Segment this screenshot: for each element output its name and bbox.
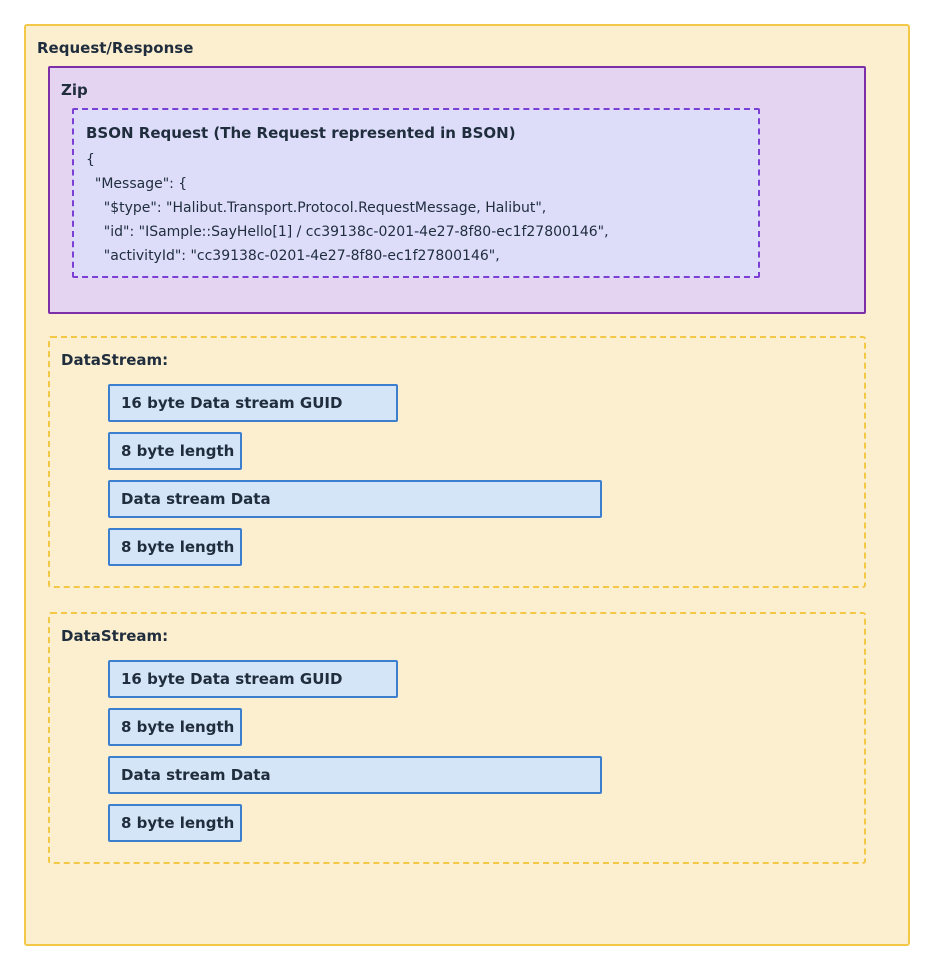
datastream-data-field: Data stream Data — [108, 480, 602, 518]
bson-request-title: BSON Request (The Request represented in… — [86, 124, 516, 142]
datastream-length-field: 8 byte length — [108, 804, 242, 842]
request-response-container: Request/Response Zip BSON Request (The R… — [24, 24, 910, 946]
datastream-length-field: 8 byte length — [108, 528, 242, 566]
datastream-title: DataStream: — [61, 351, 169, 369]
datastream-data-field: Data stream Data — [108, 756, 602, 794]
request-response-title: Request/Response — [37, 39, 194, 57]
datastream-guid-field: 16 byte Data stream GUID — [108, 384, 398, 422]
datastream-block-2: DataStream: 16 byte Data stream GUID 8 b… — [48, 612, 866, 864]
bson-request-code: { "Message": { "$type": "Halibut.Transpo… — [86, 152, 609, 264]
zip-title: Zip — [61, 81, 88, 99]
bson-request-box: BSON Request (The Request represented in… — [72, 108, 760, 278]
datastream-title: DataStream: — [61, 627, 169, 645]
zip-container: Zip BSON Request (The Request represente… — [48, 66, 866, 314]
datastream-length-field: 8 byte length — [108, 432, 242, 470]
datastream-block-1: DataStream: 16 byte Data stream GUID 8 b… — [48, 336, 866, 588]
datastream-length-field: 8 byte length — [108, 708, 242, 746]
datastream-guid-field: 16 byte Data stream GUID — [108, 660, 398, 698]
